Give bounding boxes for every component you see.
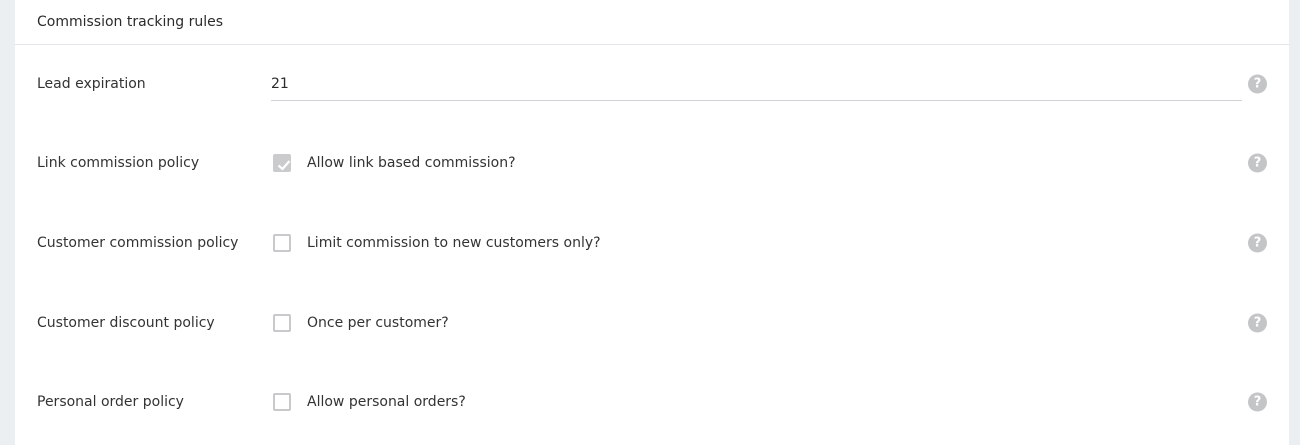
customer-commission-policy-label: Customer commission policy xyxy=(37,235,239,251)
customer-discount-policy-row: Customer discount policy Once per custom… xyxy=(15,303,1289,343)
personal-order-checkbox[interactable] xyxy=(273,393,291,411)
customer-commission-checkbox-label: Limit commission to new customers only? xyxy=(307,235,601,251)
lead-expiration-row: Lead expiration ? xyxy=(15,64,1289,104)
help-icon[interactable]: ? xyxy=(1248,74,1267,94)
customer-commission-checkbox-group[interactable]: Limit commission to new customers only? xyxy=(273,234,601,252)
link-commission-checkbox-label: Allow link based commission? xyxy=(307,155,516,171)
customer-commission-checkbox[interactable] xyxy=(273,234,291,252)
help-icon[interactable]: ? xyxy=(1248,153,1267,173)
link-commission-checkbox-group[interactable]: Allow link based commission? xyxy=(273,154,516,172)
personal-order-policy-label: Personal order policy xyxy=(37,394,184,410)
help-icon[interactable]: ? xyxy=(1248,313,1267,333)
help-icon[interactable]: ? xyxy=(1248,392,1267,412)
help-icon[interactable]: ? xyxy=(1248,233,1267,253)
section-title: Commission tracking rules xyxy=(15,0,1289,45)
personal-order-checkbox-group[interactable]: Allow personal orders? xyxy=(273,393,466,411)
customer-discount-checkbox-group[interactable]: Once per customer? xyxy=(273,314,449,332)
checkmark-icon xyxy=(277,160,291,171)
customer-commission-policy-row: Customer commission policy Limit commiss… xyxy=(15,223,1289,263)
personal-order-checkbox-label: Allow personal orders? xyxy=(307,394,466,410)
link-commission-policy-label: Link commission policy xyxy=(37,155,200,171)
lead-expiration-label: Lead expiration xyxy=(37,76,146,92)
customer-discount-checkbox-label: Once per customer? xyxy=(307,315,449,331)
commission-tracking-panel: Commission tracking rules Lead expiratio… xyxy=(15,0,1289,445)
link-commission-checkbox[interactable] xyxy=(273,154,291,172)
lead-expiration-input[interactable] xyxy=(271,68,1242,101)
link-commission-policy-row: Link commission policy Allow link based … xyxy=(15,143,1289,183)
customer-discount-policy-label: Customer discount policy xyxy=(37,315,215,331)
personal-order-policy-row: Personal order policy Allow personal ord… xyxy=(15,382,1289,422)
customer-discount-checkbox[interactable] xyxy=(273,314,291,332)
